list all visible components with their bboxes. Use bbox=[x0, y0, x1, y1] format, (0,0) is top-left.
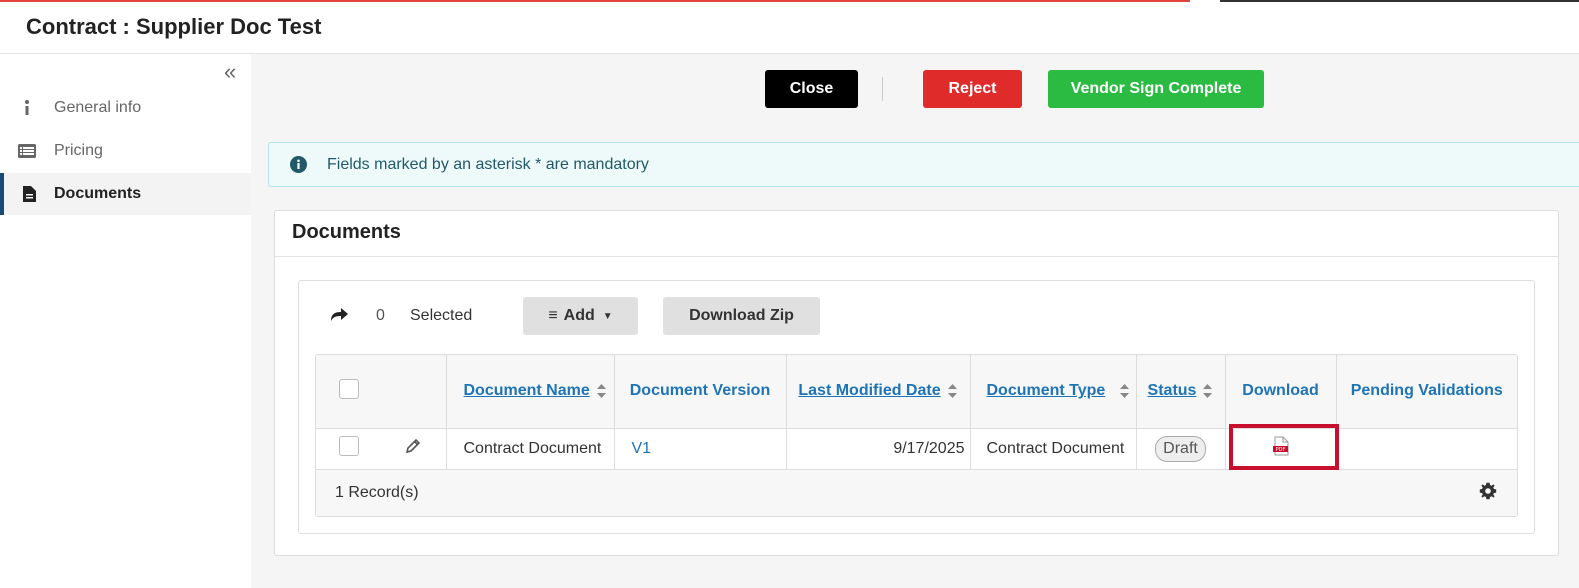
column-last-modified-date[interactable]: Last Modified Date bbox=[786, 355, 971, 429]
sidebar-item-label: Documents bbox=[54, 185, 142, 202]
main-content: Close Reject Vendor Sign Complete Fields… bbox=[251, 54, 1579, 588]
share-arrow-icon[interactable] bbox=[329, 306, 349, 327]
column-document-type[interactable]: Document Type bbox=[970, 355, 1137, 429]
edit-pencil-icon[interactable] bbox=[404, 438, 422, 459]
status-badge: Draft bbox=[1155, 435, 1206, 462]
list-icon bbox=[0, 144, 54, 158]
record-count: 1 Record(s) bbox=[316, 469, 1336, 516]
documents-panel: Documents 0 Selected ≡ Add ▼ Download Zi… bbox=[274, 210, 1559, 556]
sort-icon bbox=[1203, 384, 1213, 399]
column-document-version[interactable]: Document Version bbox=[614, 355, 787, 429]
sidebar: « General info Pricing Documents bbox=[0, 54, 251, 588]
selected-label: Selected bbox=[410, 307, 473, 324]
select-all-checkbox[interactable] bbox=[338, 378, 359, 399]
divider bbox=[882, 77, 883, 101]
documents-grid: 0 Selected ≡ Add ▼ Download Zip Document… bbox=[298, 280, 1535, 534]
info-text: Fields marked by an asterisk * are manda… bbox=[327, 155, 649, 173]
collapse-sidebar-icon[interactable]: « bbox=[224, 59, 236, 85]
reject-button[interactable]: Reject bbox=[923, 70, 1022, 108]
column-pending-validations: Pending Validations bbox=[1336, 355, 1517, 429]
cell-pending-validations bbox=[1336, 428, 1517, 470]
sidebar-item-general-info[interactable]: General info bbox=[0, 87, 251, 129]
page-title: Contract : Supplier Doc Test bbox=[26, 14, 322, 39]
table-footer-row: 1 Record(s) bbox=[316, 469, 1517, 516]
sidebar-item-documents[interactable]: Documents bbox=[0, 173, 251, 215]
info-icon bbox=[0, 99, 54, 117]
close-button[interactable]: Close bbox=[765, 70, 858, 108]
cell-last-modified-date: 9/17/2025 bbox=[786, 428, 971, 470]
sidebar-item-pricing[interactable]: Pricing bbox=[0, 130, 251, 172]
row-checkbox[interactable] bbox=[338, 436, 359, 456]
column-download: Download bbox=[1225, 355, 1337, 429]
cell-document-name: Contract Document bbox=[446, 428, 615, 470]
vendor-sign-complete-button[interactable]: Vendor Sign Complete bbox=[1048, 70, 1264, 108]
info-banner: Fields marked by an asterisk * are manda… bbox=[268, 142, 1579, 187]
file-icon bbox=[4, 186, 54, 202]
sort-icon bbox=[1120, 384, 1130, 399]
menu-icon: ≡ bbox=[548, 307, 558, 324]
column-status[interactable]: Status bbox=[1136, 355, 1226, 429]
sort-icon bbox=[947, 384, 957, 399]
sidebar-item-label: General info bbox=[54, 99, 142, 116]
info-circle-icon bbox=[269, 156, 327, 173]
sort-icon bbox=[596, 384, 606, 399]
panel-title: Documents bbox=[292, 221, 401, 243]
cell-document-type: Contract Document bbox=[970, 428, 1137, 470]
add-label: Add bbox=[563, 307, 595, 324]
sidebar-item-label: Pricing bbox=[54, 142, 103, 159]
download-zip-button[interactable]: Download Zip bbox=[663, 297, 820, 335]
download-cell-highlight bbox=[1229, 424, 1339, 470]
column-document-name[interactable]: Document Name bbox=[446, 355, 615, 429]
caret-down-icon: ▼ bbox=[602, 310, 613, 322]
cell-document-version-link[interactable]: V1 bbox=[614, 428, 787, 470]
table-header-row: Document Name Document Version Last Modi… bbox=[316, 355, 1517, 429]
page-header: Contract : Supplier Doc Test bbox=[0, 3, 1579, 54]
selected-count: 0 bbox=[376, 307, 385, 324]
gear-icon[interactable] bbox=[1479, 482, 1497, 504]
add-dropdown-button[interactable]: ≡ Add ▼ bbox=[523, 297, 638, 335]
